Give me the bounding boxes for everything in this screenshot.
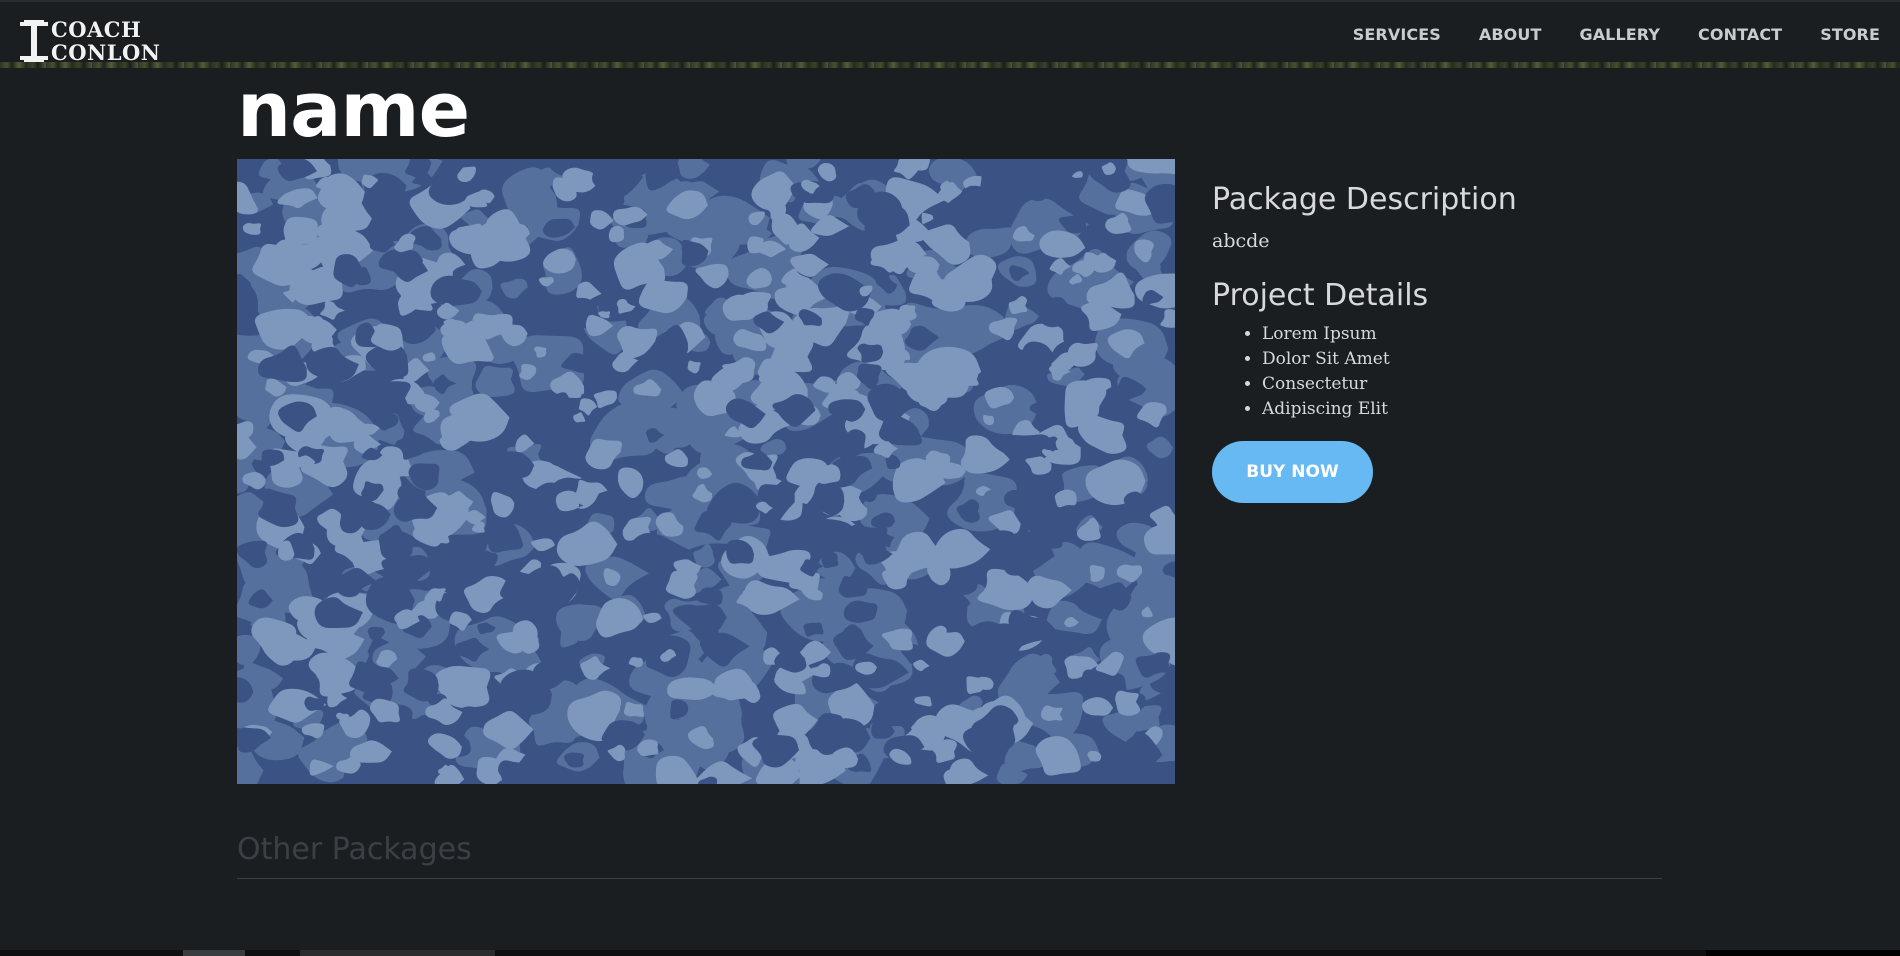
- taskbar-thumbnail: [183, 950, 245, 956]
- list-item: Adipiscing Elit: [1262, 397, 1662, 422]
- camo-blob: [697, 587, 723, 606]
- product-image: [237, 159, 1175, 784]
- list-item: Lorem Ipsum: [1262, 322, 1662, 347]
- taskbar-thumbnail: [300, 950, 495, 956]
- section-divider: [237, 878, 1662, 879]
- taskbar-block: [1706, 950, 1900, 956]
- main-nav: SERVICES ABOUT GALLERY CONTACT STORE: [1353, 25, 1880, 44]
- brand-line-2: CONLON: [51, 40, 161, 65]
- nav-gallery[interactable]: GALLERY: [1579, 25, 1660, 44]
- camo-blob: [1040, 705, 1063, 722]
- project-details-list: Lorem Ipsum Dolor Sit Amet Consectetur A…: [1212, 322, 1662, 422]
- other-packages-heading: Other Packages: [237, 832, 472, 867]
- nav-store[interactable]: STORE: [1820, 25, 1880, 44]
- buy-now-button[interactable]: BUY NOW: [1212, 441, 1373, 503]
- camo-blob: [555, 490, 580, 512]
- nav-contact[interactable]: CONTACT: [1698, 25, 1782, 44]
- brand-name: COACH CONLON: [51, 18, 160, 64]
- list-item: Consectetur: [1262, 372, 1662, 397]
- package-description-text: abcde: [1212, 230, 1270, 252]
- package-description-heading: Package Description: [1212, 182, 1517, 217]
- product-details: Package Description abcde Project Detail…: [1212, 180, 1662, 503]
- bottom-taskbar-strip: [0, 950, 1900, 956]
- blue-camo-image: [237, 159, 1175, 784]
- camo-blob: [795, 754, 813, 770]
- camo-blob: [1115, 690, 1141, 716]
- coach-conlon-logo[interactable]: COACH CONLON: [20, 18, 170, 64]
- nav-about[interactable]: ABOUT: [1479, 25, 1542, 44]
- brand-line-1: COACH: [51, 17, 142, 42]
- nav-services[interactable]: SERVICES: [1353, 25, 1441, 44]
- camo-blob: [237, 421, 254, 438]
- camo-blob: [838, 575, 868, 598]
- camo-blob: [304, 696, 325, 711]
- top-navbar: COACH CONLON SERVICES ABOUT GALLERY CONT…: [0, 0, 1900, 68]
- camo-blob: [843, 600, 878, 623]
- page-title: name: [237, 65, 470, 154]
- project-details-heading: Project Details: [1212, 278, 1429, 313]
- list-item: Dolor Sit Amet: [1262, 347, 1662, 372]
- barbell-icon: [20, 20, 48, 62]
- other-packages-section: Other Packages: [237, 830, 1662, 879]
